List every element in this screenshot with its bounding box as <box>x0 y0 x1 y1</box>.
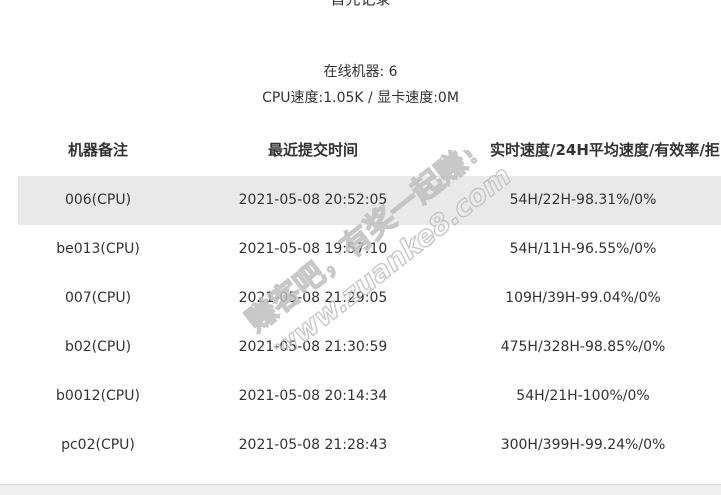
table-row[interactable]: pc02(CPU) 2021-05-08 21:28:43 300H/399H-… <box>18 421 721 470</box>
cell-speed: 109H/39H-99.04%/0% <box>505 290 661 306</box>
machines-table: 机器备注 最近提交时间 实时速度/24H平均速度/有效率/拒 006(CPU) … <box>18 124 721 470</box>
online-machines-count: 在线机器: 6 <box>323 64 398 80</box>
speed-summary: CPU速度:1.05K / 显卡速度:0M <box>262 90 459 106</box>
page-title-partial: 首先记录 <box>0 0 721 9</box>
cell-machine-name: 007(CPU) <box>64 290 132 306</box>
cell-machine-name: b0012(CPU) <box>56 388 140 404</box>
table-row[interactable]: 007(CPU) 2021-05-08 21:29:05 109H/39H-99… <box>18 274 721 323</box>
table-row[interactable]: b0012(CPU) 2021-05-08 20:14:34 54H/21H-1… <box>18 372 721 421</box>
cell-machine-name: b02(CPU) <box>64 339 132 355</box>
horizontal-scrollbar[interactable] <box>0 484 721 495</box>
table-row[interactable]: be013(CPU) 2021-05-08 19:57:10 54H/11H-9… <box>18 225 721 274</box>
column-header-last-submit: 最近提交时间 <box>267 141 358 159</box>
cell-machine-name: pc02(CPU) <box>61 437 135 453</box>
cell-speed: 475H/328H-98.85%/0% <box>500 339 666 355</box>
table-row[interactable]: b02(CPU) 2021-05-08 21:30:59 475H/328H-9… <box>18 323 721 372</box>
cell-speed: 54H/22H-98.31%/0% <box>509 192 657 208</box>
cell-last-submit-time: 2021-05-08 20:52:05 <box>238 192 388 208</box>
table-row[interactable]: 006(CPU) 2021-05-08 20:52:05 54H/22H-98.… <box>18 176 721 225</box>
column-header-speed: 实时速度/24H平均速度/有效率/拒 <box>490 141 720 159</box>
cell-last-submit-time: 2021-05-08 21:29:05 <box>238 290 388 306</box>
table-header: 机器备注 最近提交时间 实时速度/24H平均速度/有效率/拒 <box>18 124 721 176</box>
cell-last-submit-time: 2021-05-08 20:14:34 <box>238 388 388 404</box>
cell-machine-name: be013(CPU) <box>56 241 140 257</box>
cell-speed: 54H/11H-96.55%/0% <box>509 241 657 257</box>
column-header-remark: 机器备注 <box>67 141 128 159</box>
cell-speed: 54H/21H-100%/0% <box>516 388 650 404</box>
cell-last-submit-time: 2021-05-08 21:30:59 <box>238 339 388 355</box>
cell-speed: 300H/399H-99.24%/0% <box>500 437 666 453</box>
cell-last-submit-time: 2021-05-08 19:57:10 <box>238 241 388 257</box>
cell-machine-name: 006(CPU) <box>64 192 132 208</box>
cell-last-submit-time: 2021-05-08 21:28:43 <box>238 437 388 453</box>
